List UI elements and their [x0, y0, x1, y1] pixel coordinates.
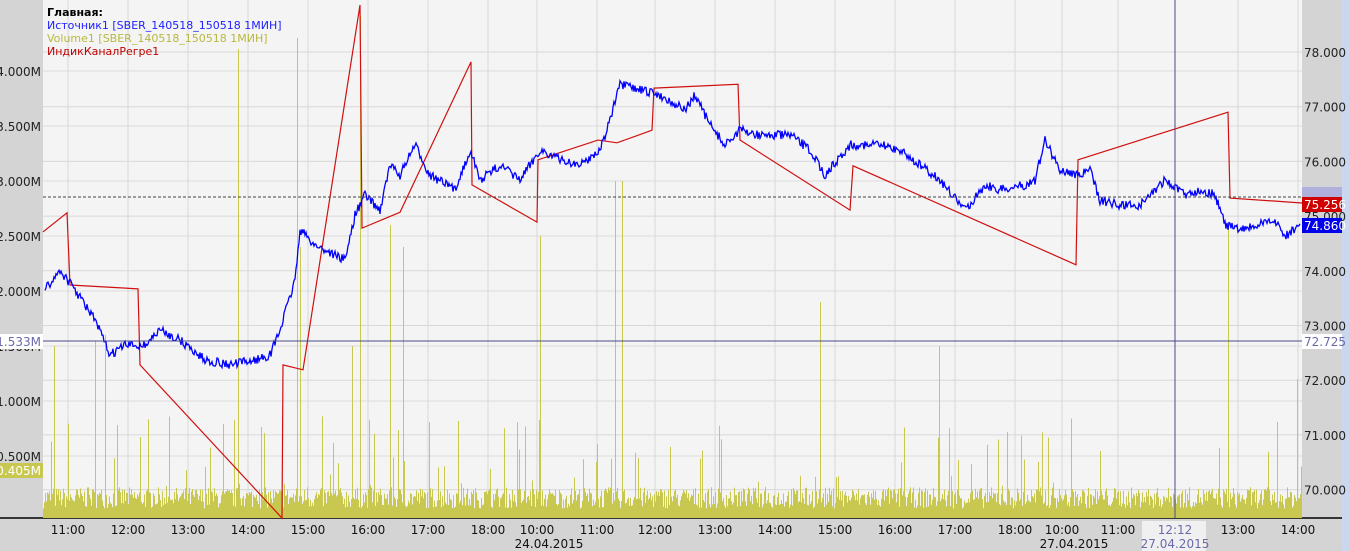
volume-tick-label: 0.500M: [0, 450, 41, 464]
price-tick-label: 71.000: [1304, 429, 1346, 443]
volume-tick-label: 2.500M: [0, 230, 41, 244]
price-tick-label: 76.000: [1304, 155, 1346, 169]
volume-tick-label: 3.500M: [0, 120, 41, 134]
last-close-label: 74.860: [1304, 219, 1346, 233]
legend-source[interactable]: Источник1 [SBER_140518_150518 1МИН]: [47, 19, 282, 32]
time-tick-label: 16:00: [878, 523, 913, 537]
date-tick-label: 24.04.2015: [515, 537, 584, 551]
cursor-time-label: 12:12: [1158, 523, 1193, 537]
volume-tick-label: 3.000M: [0, 175, 41, 189]
last-volume-label: 0.405M: [0, 464, 41, 478]
time-tick-label: 14:00: [758, 523, 793, 537]
date-tick-label: 27.04.2015: [1040, 537, 1109, 551]
legend-indicator[interactable]: ИндикКаналРегре1: [47, 45, 282, 58]
time-tick-label: 10:00: [520, 523, 555, 537]
time-tick-label: 11:00: [580, 523, 615, 537]
price-volume-chart[interactable]: 78.00077.00076.00075.00074.00073.00072.0…: [0, 0, 1349, 551]
plot-area: [43, 0, 1302, 518]
price-tick-label: 72.000: [1304, 374, 1346, 388]
last-price-label: 75.256: [1304, 198, 1346, 212]
time-tick-label: 16:00: [351, 523, 386, 537]
cursor-volume-label: 1.533M: [0, 335, 41, 349]
time-tick-label: 11:00: [1101, 523, 1136, 537]
time-tick-label: 10:00: [1045, 523, 1080, 537]
time-tick-label: 12:00: [638, 523, 673, 537]
time-tick-label: 15:00: [818, 523, 853, 537]
time-tick-label: 15:00: [291, 523, 326, 537]
legend-title: Главная:: [47, 6, 103, 19]
time-tick-label: 12:00: [111, 523, 146, 537]
time-tick-label: 17:00: [938, 523, 973, 537]
time-tick-label: 17:00: [411, 523, 446, 537]
volume-tick-label: 4.000M: [0, 65, 41, 79]
time-tick-label: 14:00: [1281, 523, 1316, 537]
legend-volume[interactable]: Volume1 [SBER_140518_150518 1МИН]: [47, 32, 282, 45]
time-tick-label: 18:00: [471, 523, 506, 537]
chart-window: 78.000 77.000 76.000 75.000 74.000 73.000 72.0…: [0, 0, 1349, 551]
time-tick-label: 18:00: [998, 523, 1033, 537]
volume-tick-label: 1.000M: [0, 395, 41, 409]
time-tick-label: 11:00: [51, 523, 86, 537]
price-tick-label: 78.000: [1304, 46, 1346, 60]
time-tick-label: 13:00: [698, 523, 733, 537]
legend: Главная: Источник1 [SBER_140518_150518 1…: [47, 6, 282, 58]
price-tick-label: 77.000: [1304, 101, 1346, 115]
price-tick-label: 70.000: [1304, 484, 1346, 498]
price-tick-label: 73.000: [1304, 320, 1346, 334]
time-tick-label: 13:00: [171, 523, 206, 537]
price-tick-label: 74.000: [1304, 265, 1346, 279]
time-tick-label: 13:00: [1221, 523, 1256, 537]
volume-tick-label: 2.000M: [0, 285, 41, 299]
time-tick-label: 14:00: [231, 523, 266, 537]
cursor-price-label: 72.725: [1304, 335, 1346, 349]
cursor-date-label: 27.04.2015: [1141, 537, 1210, 551]
